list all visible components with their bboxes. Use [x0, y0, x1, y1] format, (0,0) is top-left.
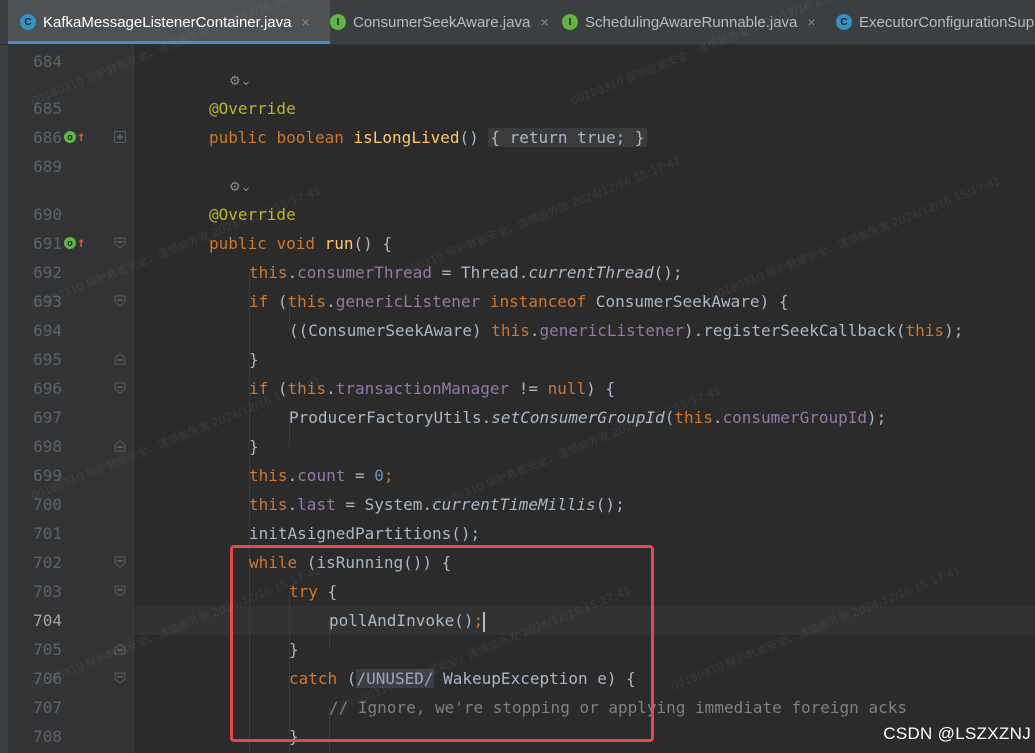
- fold-start-icon[interactable]: [114, 382, 126, 394]
- close-icon[interactable]: ×: [807, 14, 815, 30]
- code-line-695: }: [249, 350, 259, 369]
- highlight-annotation-box: [230, 545, 654, 742]
- fold-start-icon[interactable]: [114, 295, 126, 307]
- fold-end-icon[interactable]: [114, 643, 126, 655]
- close-icon[interactable]: ×: [540, 14, 548, 30]
- code-line-693: if (this.genericListener instanceof Cons…: [249, 292, 789, 311]
- line-number: 707: [33, 698, 62, 717]
- inlay-hint-icon[interactable]: ⚙⌄: [229, 74, 252, 89]
- tab-executor-configuration-support[interactable]: C ExecutorConfigurationSup: [834, 0, 1034, 44]
- line-number: 706: [33, 669, 62, 688]
- overrides-method-icon[interactable]: o ↑: [64, 236, 85, 251]
- inlay-hint-icon[interactable]: ⚙⌄: [229, 180, 252, 195]
- code-line-686: public boolean isLongLived() { return tr…: [209, 128, 647, 147]
- line-number: 699: [33, 466, 62, 485]
- line-number: 696: [33, 379, 62, 398]
- line-number: 702: [33, 553, 62, 572]
- line-number: 689: [33, 157, 62, 176]
- editor-gutter: 684 685 686 689 690 691 692 693 694 695 …: [8, 45, 134, 753]
- line-number: 685: [33, 99, 62, 118]
- csdn-credit-label: CSDN @LSZXZNJ: [883, 724, 1031, 743]
- tab-consumer-seek-aware[interactable]: I ConsumerSeekAware.java ×: [326, 0, 549, 44]
- line-number-current: 704: [33, 611, 62, 630]
- left-tool-strip: [0, 45, 8, 753]
- line-number: 701: [33, 524, 62, 543]
- line-number: 690: [33, 205, 62, 224]
- code-line-701: initAsignedPartitions();: [249, 524, 481, 543]
- tab-label: SchedulingAwareRunnable.java: [585, 13, 798, 31]
- fold-end-icon[interactable]: [114, 440, 126, 452]
- tab-label: ConsumerSeekAware.java: [353, 13, 531, 31]
- class-file-icon: C: [836, 14, 852, 30]
- line-number: 694: [33, 321, 62, 340]
- line-number: 708: [33, 727, 62, 746]
- code-line-691: public void run() {: [209, 234, 393, 253]
- fold-start-icon[interactable]: [114, 585, 126, 597]
- line-number: 705: [33, 640, 62, 659]
- line-number: 697: [33, 408, 62, 427]
- folded-body[interactable]: { return true; }: [488, 128, 647, 147]
- overrides-method-icon[interactable]: o ↑: [64, 130, 85, 145]
- line-number: 700: [33, 495, 62, 514]
- line-number: 695: [33, 350, 62, 369]
- fold-expand-icon[interactable]: [114, 131, 126, 143]
- code-line-697: ProducerFactoryUtils.setConsumerGroupId(…: [289, 408, 887, 427]
- code-line-694: ((ConsumerSeekAware) this.genericListene…: [289, 321, 964, 340]
- interface-file-icon: I: [562, 14, 578, 30]
- code-line-692: this.consumerThread = Thread.currentThre…: [249, 263, 683, 282]
- tab-kafka-message-listener-container[interactable]: C KafkaMessageListenerContainer.java ×: [8, 0, 330, 44]
- code-line-685: @Override: [209, 99, 296, 118]
- line-number: 691: [33, 234, 62, 253]
- fold-start-icon[interactable]: [114, 672, 126, 684]
- line-number: 684: [33, 52, 62, 71]
- interface-file-icon: I: [330, 14, 346, 30]
- line-number: 693: [33, 292, 62, 311]
- code-line-700: this.last = System.currentTimeMillis();: [249, 495, 625, 514]
- editor-tab-bar: C KafkaMessageListenerContainer.java × I…: [0, 0, 1035, 45]
- code-line-690: @Override: [209, 205, 296, 224]
- tab-label: ExecutorConfigurationSup: [859, 13, 1035, 31]
- fold-start-icon[interactable]: [114, 556, 126, 568]
- code-line-698: }: [249, 437, 259, 456]
- fold-start-icon[interactable]: [114, 237, 126, 249]
- code-line-699: this.count = 0;: [249, 466, 394, 485]
- tab-scheduling-aware-runnable[interactable]: I SchedulingAwareRunnable.java ×: [560, 0, 816, 44]
- line-number: 686: [33, 128, 62, 147]
- class-file-icon: C: [20, 14, 36, 30]
- close-icon[interactable]: ×: [301, 14, 309, 30]
- code-editor[interactable]: ⚙⌄ ⚙⌄ @Override public boolean isLongLiv…: [134, 45, 1035, 753]
- code-line-696: if (this.transactionManager != null) {: [249, 379, 616, 398]
- line-number: 703: [33, 582, 62, 601]
- line-number: 698: [33, 437, 62, 456]
- tab-label: KafkaMessageListenerContainer.java: [43, 13, 292, 31]
- line-number: 692: [33, 263, 62, 282]
- fold-end-icon[interactable]: [114, 353, 126, 365]
